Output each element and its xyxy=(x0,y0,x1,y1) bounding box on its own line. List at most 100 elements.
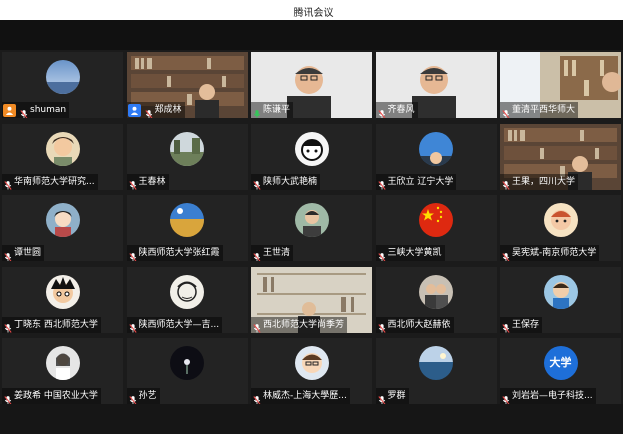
participant-tile[interactable]: 谭世圆 xyxy=(2,195,123,261)
participant-tile[interactable]: 西北师范大学尚季芳 xyxy=(251,266,372,333)
participant-tile[interactable]: 齐春风 xyxy=(375,52,497,118)
participant-label: 三峡大学黄凯 xyxy=(375,245,445,261)
participant-name: 陈谦平 xyxy=(263,105,291,115)
title-bar: 腾讯会议 xyxy=(0,0,623,20)
mic-muted-icon xyxy=(20,105,28,118)
participant-tile[interactable]: 王世清 xyxy=(251,195,372,261)
participant-avatar xyxy=(419,346,453,380)
participant-grid: shuman 郑成林 陈谦平 齐春风 董清平西华师大华南师范大学研究... 王春林 陕师大武… xyxy=(2,52,621,404)
mic-muted-icon xyxy=(4,319,12,333)
cohost-badge-icon xyxy=(127,103,141,117)
participant-avatar xyxy=(45,203,80,237)
participant-tile[interactable]: 孙艺 xyxy=(126,338,248,404)
mic-muted-icon xyxy=(502,105,510,118)
participant-tile[interactable]: 罗群 xyxy=(375,338,497,404)
participant-name: 王世清 xyxy=(263,248,291,258)
participant-name: 华南师范大学研究... xyxy=(14,176,95,187)
participant-label: 王春林 xyxy=(126,173,169,190)
participant-avatar xyxy=(294,131,329,166)
participant-tile[interactable]: 王春林 xyxy=(126,123,248,190)
participant-avatar xyxy=(419,274,453,309)
participant-tile[interactable]: 郑成林 xyxy=(126,52,248,118)
mic-muted-icon xyxy=(4,176,12,190)
participant-tile[interactable]: 王果，四川大学 xyxy=(500,123,621,190)
mic-muted-icon xyxy=(253,248,261,261)
participant-label: 郑成林 xyxy=(126,102,185,118)
participant-name: 三峡大学黄凯 xyxy=(387,248,442,258)
participant-avatar xyxy=(543,203,578,237)
participant-avatar xyxy=(170,346,204,380)
mic-muted-icon xyxy=(377,319,386,333)
participant-name: 陕西师范大学—吉... xyxy=(138,319,220,330)
window-title: 腾讯会议 xyxy=(293,8,334,19)
participant-name: 王果，四川大学 xyxy=(512,176,576,187)
mic-muted-icon xyxy=(377,391,386,404)
participant-name: 郑成林 xyxy=(154,105,182,115)
participant-avatar xyxy=(45,346,80,380)
participant-name: shuman xyxy=(30,105,67,115)
participant-name: 王欣立 辽宁大学 xyxy=(387,176,454,187)
mic-muted-icon xyxy=(377,176,386,190)
participant-avatar xyxy=(294,203,329,237)
participant-label: 罗群 xyxy=(375,388,409,404)
participant-name: 王春林 xyxy=(138,176,166,187)
top-toolbar-area xyxy=(0,20,623,50)
participant-tile[interactable]: 吴宪斌-南京师范大学 xyxy=(500,195,621,261)
mic-muted-icon xyxy=(377,248,386,261)
participant-label: 谭世圆 xyxy=(2,245,45,261)
participant-tile[interactable]: 陕师大武艳楠 xyxy=(251,123,372,190)
participant-label: 王保存 xyxy=(500,316,543,333)
participant-name: 刘岩岩—电子科技... xyxy=(512,391,593,401)
mic-muted-icon xyxy=(253,176,261,190)
participant-label: 西北师大赵赫依 xyxy=(375,316,454,333)
participant-tile[interactable]: 董清平西华师大 xyxy=(500,52,621,118)
participant-tile[interactable]: 三峡大学黄凯 xyxy=(375,195,497,261)
mic-active-icon xyxy=(253,105,261,118)
mic-muted-icon xyxy=(128,391,137,404)
participant-label: 王世清 xyxy=(251,245,294,261)
participant-label: 王果，四川大学 xyxy=(500,173,579,190)
participant-name: 王保存 xyxy=(512,319,540,330)
mic-muted-icon xyxy=(377,105,386,118)
participant-label: 陕西师范大学张红霞 xyxy=(126,245,223,261)
participant-avatar xyxy=(419,131,453,166)
participant-label: 姜政希 中国农业大学 xyxy=(2,388,101,404)
participant-avatar xyxy=(170,203,204,237)
mic-muted-icon xyxy=(253,319,261,333)
participant-tile[interactable]: 丁晓东 西北师范大学 xyxy=(2,266,123,333)
mic-muted-icon xyxy=(502,391,510,404)
participant-name: 姜政希 中国农业大学 xyxy=(14,391,98,401)
participant-tile[interactable]: 陕西师范大学—吉... xyxy=(126,266,248,333)
mic-muted-icon xyxy=(144,105,153,118)
mic-muted-icon xyxy=(128,176,137,190)
mic-muted-icon xyxy=(128,319,137,333)
participant-tile[interactable]: 陕西师范大学张红霞 xyxy=(126,195,248,261)
participant-avatar xyxy=(170,274,204,309)
participant-name: 陕西师范大学张红霞 xyxy=(138,248,220,258)
participant-tile[interactable]: 大学 刘岩岩—电子科技... xyxy=(500,338,621,404)
participant-label: 华南师范大学研究... xyxy=(2,173,98,190)
participant-name: 罗群 xyxy=(387,391,406,401)
participant-tile[interactable]: 西北师大赵赫依 xyxy=(375,266,497,333)
mic-muted-icon xyxy=(4,248,12,261)
participant-tile[interactable]: 王欣立 辽宁大学 xyxy=(375,123,497,190)
participant-tile[interactable]: 王保存 xyxy=(500,266,621,333)
participant-name: 林威杰-上海大學歷... xyxy=(263,391,347,401)
participant-tile[interactable]: shuman xyxy=(2,52,123,118)
participant-name: 谭世圆 xyxy=(14,248,42,258)
participant-label: shuman xyxy=(2,102,70,118)
participant-label: 陈谦平 xyxy=(251,102,294,118)
participant-avatar xyxy=(543,274,578,309)
participant-tile[interactable]: 陈谦平 xyxy=(251,52,372,118)
participant-name: 吴宪斌-南京师范大学 xyxy=(512,248,597,258)
participant-tile[interactable]: 林威杰-上海大學歷... xyxy=(251,338,372,404)
participant-label: 西北师范大学尚季芳 xyxy=(251,316,348,333)
host-badge-icon xyxy=(3,103,16,117)
participant-label: 齐春风 xyxy=(375,102,418,118)
participant-label: 丁晓东 西北师范大学 xyxy=(2,316,101,333)
participant-name: 丁晓东 西北师范大学 xyxy=(14,319,98,330)
participant-avatar xyxy=(45,131,80,166)
participant-label: 陕师大武艳楠 xyxy=(251,173,321,190)
participant-tile[interactable]: 华南师范大学研究... xyxy=(2,123,123,190)
participant-tile[interactable]: 姜政希 中国农业大学 xyxy=(2,338,123,404)
